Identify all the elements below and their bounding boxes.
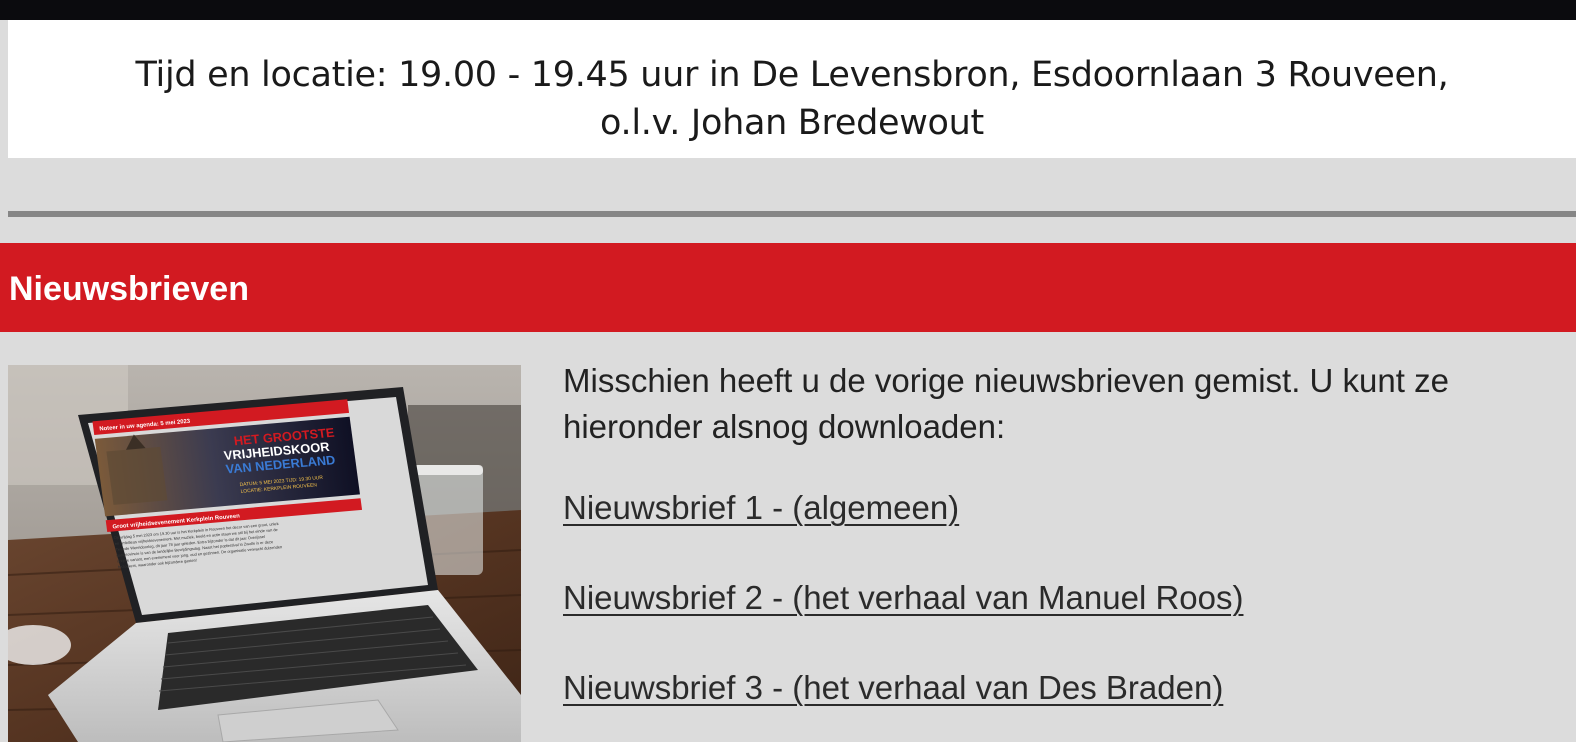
newsletter-2-link[interactable]: Nieuwsbrief 2 - (het verhaal van Manuel … <box>563 579 1243 616</box>
list-item: Nieuwsbrief 2 - (het verhaal van Manuel … <box>563 574 1576 622</box>
list-item: Nieuwsbrief 1 - (algemeen) <box>563 484 1576 532</box>
newsletter-laptop-photo: Noteer in uw agenda: 5 mei 2023 HET GROO… <box>8 365 521 742</box>
event-info-line-1: Tijd en locatie: 19.00 - 19.45 uur in De… <box>135 55 1449 95</box>
newsletter-3-link[interactable]: Nieuwsbrief 3 - (het verhaal van Des Bra… <box>563 669 1223 706</box>
top-dark-bar <box>0 0 1576 20</box>
list-item: Nieuwsbrief 3 - (het verhaal van Des Bra… <box>563 664 1576 712</box>
event-info-line-2: o.l.v. Johan Bredewout <box>600 103 984 143</box>
newsletters-heading: Nieuwsbrieven <box>9 270 249 308</box>
section-divider <box>8 211 1576 217</box>
newsletters-intro: Misschien heeft u de vorige nieuwsbrieve… <box>563 362 1449 445</box>
newsletters-content: Misschien heeft u de vorige nieuwsbrieve… <box>563 358 1576 712</box>
newsletters-header: Nieuwsbrieven <box>0 243 1576 332</box>
event-info-box: Tijd en locatie: 19.00 - 19.45 uur in De… <box>8 20 1576 158</box>
newsletter-link-list: Nieuwsbrief 1 - (algemeen) Nieuwsbrief 2… <box>563 484 1576 712</box>
newsletter-1-link[interactable]: Nieuwsbrief 1 - (algemeen) <box>563 489 959 526</box>
